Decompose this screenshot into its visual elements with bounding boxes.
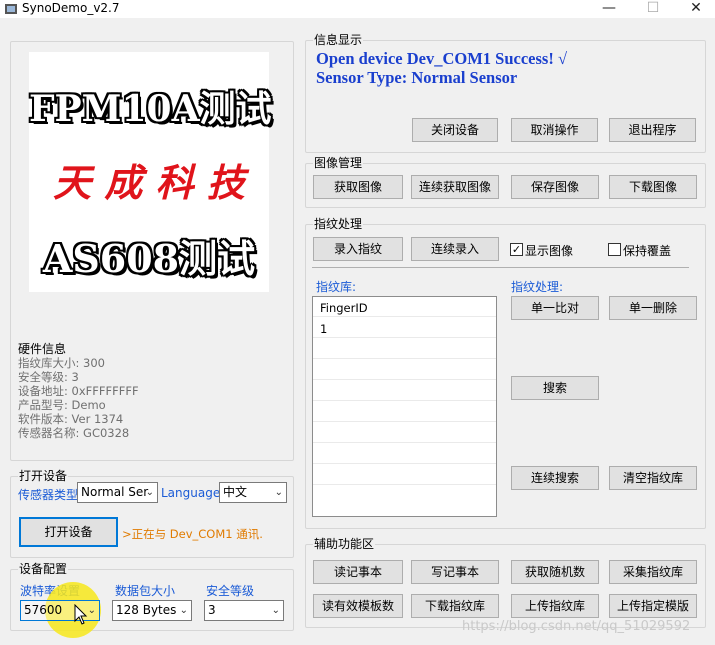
info-message-2: Sensor Type: Normal Sensor [316,68,518,87]
logo-line-3: AS608测试 [42,236,256,281]
chevron-down-icon: ⌄ [87,605,96,616]
hardware-info-list: 指纹库大小: 300 安全等级: 3 设备地址: 0xFFFFFFFF 产品型号… [18,356,139,440]
connection-status: >正在与 Dev_COM1 通讯. [122,527,263,541]
language-label: Language [161,486,221,500]
enroll-fingerprint-button[interactable]: 录入指纹 [313,237,403,261]
logo-line-1: FPM10A测试 [29,88,272,130]
logo-image: FPM10A测试 天 成 科 技 AS608测试 [29,52,272,292]
chevron-down-icon: ⌄ [179,605,188,616]
list-empty-row [313,405,496,422]
list-empty-row [313,342,496,359]
close-device-button[interactable]: 关闭设备 [412,118,498,142]
title-bar: SynoDemo_v2.7 — ☐ ✕ [0,0,715,18]
auxiliary-label: 辅助功能区 [313,537,376,551]
list-empty-row [313,489,496,506]
hardware-info-line: 产品型号: Demo [18,398,106,412]
hardware-info-line: 设备地址: 0xFFFFFFFF [18,384,139,398]
list-item[interactable]: 1 [313,321,496,338]
baud-rate-select[interactable]: 57600 ⌄ [20,600,100,621]
cancel-operation-button[interactable]: 取消操作 [511,118,598,142]
hardware-info-label: 硬件信息 [18,342,67,356]
fingerprint-processing-label: 指纹处理 [313,217,364,231]
show-image-label: 显示图像 [525,244,574,258]
get-image-button[interactable]: 获取图像 [313,175,403,199]
baud-rate-value: 57600 [24,603,63,617]
exit-program-button[interactable]: 退出程序 [609,118,696,142]
fingerprint-process-label: 指纹处理: [511,280,564,294]
logo-line-2: 天 成 科 技 [53,160,245,205]
continuous-search-button[interactable]: 连续搜索 [511,466,599,490]
maximize-button[interactable]: ☐ [638,0,668,18]
sensor-type-value: Normal Ser [81,485,149,499]
search-button[interactable]: 搜索 [511,376,599,400]
single-compare-button[interactable]: 单一比对 [511,296,599,320]
keep-overwrite-label: 保持覆盖 [623,244,672,258]
hardware-info-line: 传感器名称: GC0328 [18,426,130,440]
fingerprint-list[interactable]: FingerID 1 [312,296,497,517]
chevron-down-icon: ⌄ [271,605,280,616]
packet-size-value: 128 Bytes [116,603,177,617]
keep-overwrite-checkbox[interactable] [608,243,621,256]
security-level-label: 安全等级 [206,584,255,598]
packet-size-select[interactable]: 128 Bytes ⌄ [112,600,192,621]
save-image-button[interactable]: 保存图像 [511,175,599,199]
close-button[interactable]: ✕ [681,0,711,18]
list-empty-row [313,426,496,443]
single-delete-button[interactable]: 单一删除 [609,296,697,320]
list-empty-row [313,447,496,464]
get-random-button[interactable]: 获取随机数 [511,560,599,584]
clear-library-button[interactable]: 清空指纹库 [609,466,697,490]
sensor-type-select[interactable]: Normal Ser ⌄ [77,482,158,503]
upload-library-button[interactable]: 上传指纹库 [511,594,599,618]
minimize-button[interactable]: — [594,0,624,18]
hardware-info-line: 安全等级: 3 [18,370,79,384]
open-device-button[interactable]: 打开设备 [19,517,118,547]
list-empty-row [313,384,496,401]
hardware-info-line: 指纹库大小: 300 [18,356,105,370]
hardware-info-line: 软件版本: Ver 1374 [18,412,124,426]
show-image-checkbox[interactable]: ✓ [510,243,523,256]
watermark: https://blog.csdn.net/qq_51029592 [462,619,691,634]
packet-size-label: 数据包大小 [115,584,176,598]
info-message-1: Open device Dev_COM1 Success! √ [316,49,568,68]
section-divider [312,267,689,268]
sensor-type-label: 传感器类型 [18,488,79,502]
open-device-label: 打开设备 [18,469,69,483]
image-management-label: 图像管理 [313,156,364,170]
list-header: FingerID [313,300,496,317]
read-notepad-button[interactable]: 读记事本 [313,560,403,584]
app-icon [5,4,17,14]
continuous-enroll-button[interactable]: 连续录入 [411,237,499,261]
security-level-select[interactable]: 3 ⌄ [204,600,284,621]
info-display-label: 信息显示 [313,33,364,47]
upload-template-button[interactable]: 上传指定模版 [609,594,697,618]
window-title: SynoDemo_v2.7 [22,1,120,15]
list-empty-row [313,363,496,380]
list-empty-row [313,468,496,485]
mouse-pointer-icon [74,604,88,625]
fingerprint-library-label: 指纹库: [316,280,357,294]
chevron-down-icon: ⌄ [274,487,283,498]
collect-library-button[interactable]: 采集指纹库 [609,560,697,584]
read-valid-templates-button[interactable]: 读有效模板数 [313,594,403,618]
chevron-down-icon: ⌄ [145,487,154,498]
security-level-value: 3 [208,603,216,617]
language-value: 中文 [223,485,248,499]
continuous-get-image-button[interactable]: 连续获取图像 [411,175,499,199]
device-config-label: 设备配置 [18,562,69,576]
download-library-button[interactable]: 下载指纹库 [411,594,499,618]
download-image-button[interactable]: 下载图像 [609,175,697,199]
language-select[interactable]: 中文 ⌄ [219,482,287,503]
write-notepad-button[interactable]: 写记事本 [411,560,499,584]
